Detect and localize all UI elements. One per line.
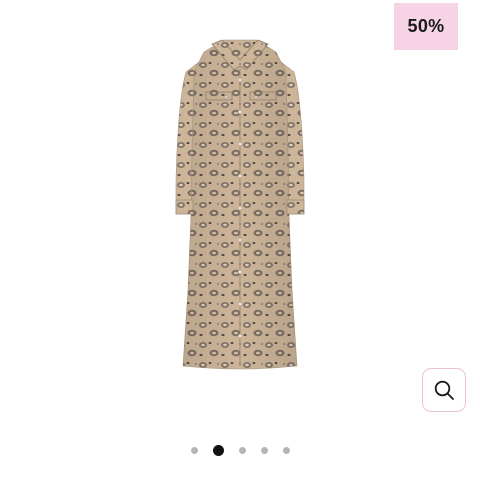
discount-badge-label: 50% [407,16,445,36]
pagination-dot-active[interactable] [212,444,224,456]
pagination-dot[interactable] [238,446,246,454]
pagination-dot[interactable] [260,446,268,454]
discount-badge: 50% [394,3,458,50]
product-image[interactable] [0,0,480,430]
pagination-dot[interactable] [282,446,290,454]
product-gallery: 50% [0,0,480,480]
pagination-dots [0,443,480,457]
zoom-button[interactable] [422,368,466,412]
pagination-dot[interactable] [190,446,198,454]
magnifier-icon [434,380,454,400]
